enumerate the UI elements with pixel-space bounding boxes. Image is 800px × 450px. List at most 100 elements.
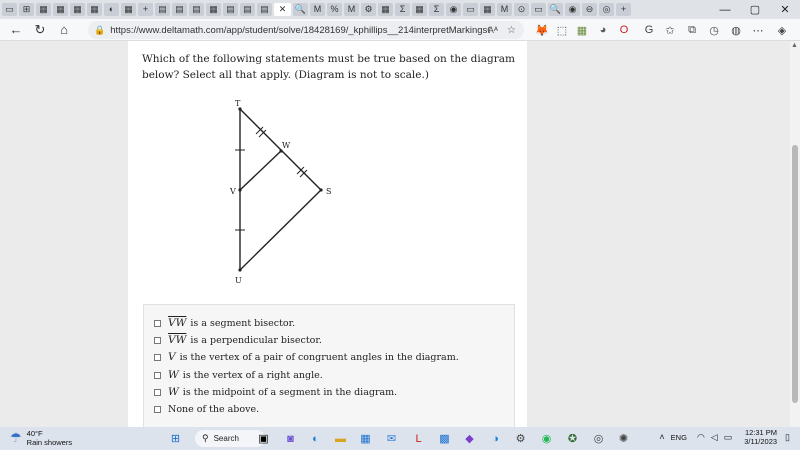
edge-icon[interactable]: ◐	[307, 430, 324, 447]
battery-icon[interactable]: ▭	[724, 432, 733, 443]
store-icon[interactable]: ▦	[357, 430, 374, 447]
more-menu-icon[interactable]: ⋯	[749, 21, 767, 39]
extension-puzzle-icon[interactable]: ⬚	[553, 21, 571, 39]
tab-right-16[interactable]: ◉	[565, 3, 580, 16]
scroll-up-icon[interactable]: ▲	[791, 42, 798, 49]
tab-left-14[interactable]: ▤	[240, 3, 255, 16]
option-5[interactable]: W is the midpoint of a segment in the di…	[154, 384, 397, 400]
tab-right-4[interactable]: ⚙	[361, 3, 376, 16]
clock[interactable]: 12:31 PM 3/11/2023	[744, 428, 777, 446]
reload-button[interactable]: ↻	[28, 20, 52, 40]
language-indicator[interactable]: ENG	[671, 433, 687, 442]
favorite-star-icon[interactable]: ☆	[507, 25, 516, 36]
checkbox[interactable]	[154, 405, 161, 413]
option-4[interactable]: W is the vertex of a right angle.	[154, 367, 323, 383]
tab-right-19[interactable]: +	[616, 3, 631, 16]
maximize-button[interactable]: ▢	[740, 0, 770, 19]
extension-shield-icon[interactable]: G	[640, 21, 658, 39]
tab-left-10[interactable]: ▤	[172, 3, 187, 16]
tab-left-12[interactable]: ▦	[206, 3, 221, 16]
tab-left-1[interactable]: ⊞	[19, 3, 34, 16]
checkbox[interactable]	[154, 319, 161, 327]
home-button[interactable]: ⌂	[52, 20, 76, 40]
page-scrollbar[interactable]: ▲	[790, 41, 800, 427]
back-button[interactable]: ←	[4, 20, 28, 40]
tab-right-1[interactable]: M	[310, 3, 325, 16]
tab-left-9[interactable]: ▤	[155, 3, 170, 16]
tray-chevron-icon[interactable]: ˄	[659, 432, 664, 442]
minimize-button[interactable]: —	[710, 0, 740, 19]
tab-left-2[interactable]: ▦	[36, 3, 51, 16]
settings-icon[interactable]: ⚙	[512, 430, 529, 447]
tab-left-6[interactable]: ◐	[104, 3, 119, 16]
file-explorer-icon[interactable]: ▬	[332, 430, 349, 447]
option-1[interactable]: VW is a segment bisector.	[154, 315, 295, 331]
photos-icon[interactable]: ▩	[436, 430, 453, 447]
task-view-icon[interactable]: ▣	[255, 430, 272, 447]
tab-right-14[interactable]: ▭	[531, 3, 546, 16]
spotify-icon[interactable]: ◉	[538, 430, 555, 447]
app-purple-icon[interactable]: ◆	[461, 430, 478, 447]
favorites-icon[interactable]: ✩	[661, 21, 679, 39]
mail-icon[interactable]: ✉	[383, 430, 400, 447]
tab-right-12[interactable]: M	[497, 3, 512, 16]
tab-left-0[interactable]: ▭	[2, 3, 17, 16]
tab-right-15[interactable]: 🔍	[548, 3, 563, 16]
tab-right-11[interactable]: ▦	[480, 3, 495, 16]
checkbox[interactable]	[154, 388, 161, 396]
option-6-text: None of the above.	[168, 403, 260, 415]
profile-icon[interactable]: ◍	[727, 21, 745, 39]
weather-widget[interactable]: ☂ 40°F Rain showers	[10, 429, 72, 447]
extension-opera-icon[interactable]: O	[615, 21, 633, 39]
start-button[interactable]: ⊞	[167, 430, 184, 447]
scrollbar-thumb[interactable]	[792, 145, 798, 403]
tab-left-3[interactable]: ▦	[53, 3, 68, 16]
extension-fox-icon[interactable]: 🦊	[533, 21, 551, 39]
tab-right-17[interactable]: ⊖	[582, 3, 597, 16]
checkbox[interactable]	[154, 336, 161, 344]
read-aloud-icon[interactable]: Aᴬ	[488, 25, 498, 35]
close-icon[interactable]: ✕	[279, 5, 287, 14]
address-bar[interactable]: 🔒 https://www.deltamath.com/app/student/…	[88, 21, 524, 39]
tab-left-7[interactable]: ▦	[121, 3, 136, 16]
teams-chat-icon[interactable]: ◙	[282, 430, 299, 447]
extension-grid-icon[interactable]: ▦	[573, 21, 591, 39]
tab-left-5[interactable]: ▦	[87, 3, 102, 16]
tab-left-13[interactable]: ▤	[223, 3, 238, 16]
copilot-icon[interactable]: ◈	[773, 21, 791, 39]
tab-right-10[interactable]: ▭	[463, 3, 478, 16]
steam-icon[interactable]: ◎	[590, 430, 607, 447]
tab-right-18[interactable]: ◎	[599, 3, 614, 16]
tab-right-2[interactable]: %	[327, 3, 342, 16]
tab-right-13[interactable]: ⊙	[514, 3, 529, 16]
tab-right-6[interactable]: Σ	[395, 3, 410, 16]
tab-right-9[interactable]: ◉	[446, 3, 461, 16]
close-window-button[interactable]: ✕	[770, 0, 800, 19]
tab-right-8[interactable]: Σ	[429, 3, 444, 16]
active-tab[interactable]: ✕	[274, 3, 291, 16]
volume-icon[interactable]: ◁	[711, 432, 718, 443]
extension-mask-icon[interactable]: ◕	[594, 21, 612, 39]
app-gear-icon[interactable]: ✺	[615, 430, 632, 447]
wifi-icon[interactable]: ◠	[697, 432, 705, 443]
collections-icon[interactable]: ⧉	[683, 21, 701, 39]
notification-icon[interactable]: ▯	[785, 432, 790, 443]
tab-left-8[interactable]: +	[138, 3, 153, 16]
app-l-icon[interactable]: L	[410, 430, 427, 447]
tab-left-4[interactable]: ▦	[70, 3, 85, 16]
tab-right-3[interactable]: M	[344, 3, 359, 16]
checkbox[interactable]	[154, 353, 161, 361]
xbox-icon[interactable]: ✪	[564, 430, 581, 447]
history-icon[interactable]: ◷	[705, 21, 723, 39]
checkbox[interactable]	[154, 371, 161, 379]
option-2[interactable]: VW is a perpendicular bisector.	[154, 332, 322, 348]
edge-dev-icon[interactable]: ◑	[487, 430, 504, 447]
option-6[interactable]: None of the above.	[154, 401, 259, 417]
tab-right-7[interactable]: ▦	[412, 3, 427, 16]
tab-left-15[interactable]: ▤	[257, 3, 272, 16]
tab-right-5[interactable]: ▦	[378, 3, 393, 16]
option-3[interactable]: V is the vertex of a pair of congruent a…	[154, 349, 459, 365]
tab-right-0[interactable]: 🔍	[293, 3, 308, 16]
tab-favicon-icon: ▤	[192, 4, 201, 14]
tab-left-11[interactable]: ▤	[189, 3, 204, 16]
